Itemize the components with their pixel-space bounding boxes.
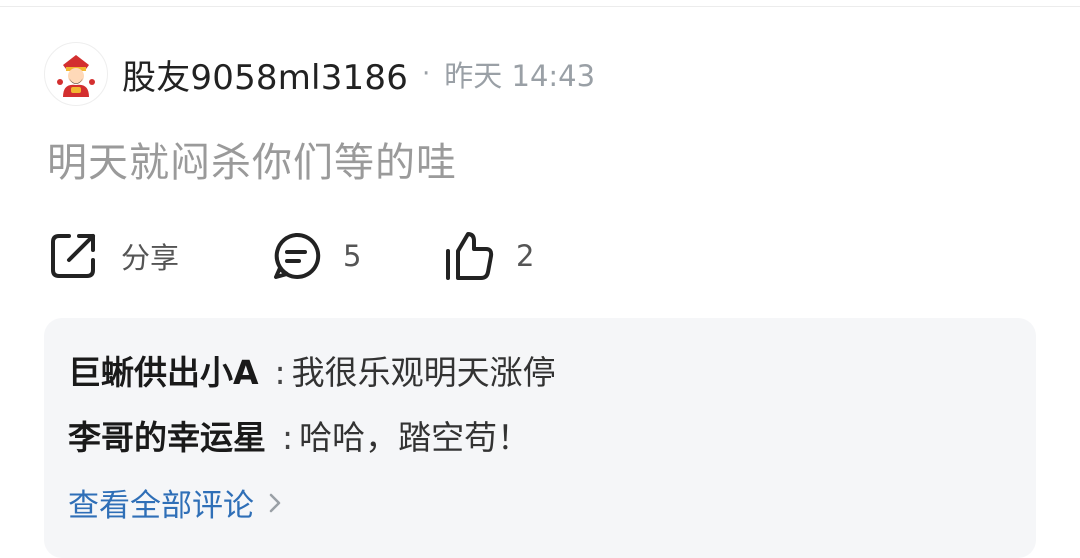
post-header: 股友9058ml3186 · 昨天 14:43 xyxy=(44,40,595,108)
chevron-right-icon xyxy=(268,491,282,515)
comment-separator: : xyxy=(274,353,286,392)
comment-button[interactable]: 5 xyxy=(271,228,361,284)
view-all-label: 查看全部评论 xyxy=(68,488,254,524)
comment-author[interactable]: 李哥的幸运星 xyxy=(68,418,266,457)
comment-item[interactable]: 巨蜥供出小A: 我很乐观明天涨停 xyxy=(68,346,556,394)
comment-author[interactable]: 巨蜥供出小A xyxy=(68,353,259,392)
comment-preview-panel: 巨蜥供出小A: 我很乐观明天涨停 李哥的幸运星: 哈哈，踏空苟！ 查看全部评论 xyxy=(44,318,1036,558)
view-all-comments-link[interactable]: 查看全部评论 xyxy=(68,480,282,525)
comment-item[interactable]: 李哥的幸运星: 哈哈，踏空苟！ xyxy=(68,411,530,459)
header-separator: · xyxy=(422,59,431,89)
avatar[interactable] xyxy=(44,42,108,106)
comment-text: 我很乐观明天涨停 xyxy=(291,353,556,392)
like-button[interactable]: 2 xyxy=(444,228,534,284)
username[interactable]: 股友9058ml3186 xyxy=(122,50,408,99)
action-bar: 分享 5 2 xyxy=(47,228,647,284)
comment-separator: : xyxy=(282,418,294,457)
post-timestamp: 昨天 14:43 xyxy=(444,59,596,93)
share-button[interactable]: 分享 xyxy=(47,228,179,284)
comment-icon xyxy=(274,232,321,279)
thumbs-up-icon xyxy=(446,232,494,280)
comment-text: 哈哈，踏空苟！ xyxy=(299,418,531,457)
god-of-wealth-avatar-icon xyxy=(57,55,95,97)
top-divider xyxy=(0,6,1080,7)
post-content[interactable]: 明天就闷杀你们等的哇 xyxy=(47,130,457,188)
share-icon xyxy=(51,234,95,278)
comment-count: 5 xyxy=(343,239,362,273)
share-label: 分享 xyxy=(121,241,180,275)
like-count: 2 xyxy=(516,239,535,273)
